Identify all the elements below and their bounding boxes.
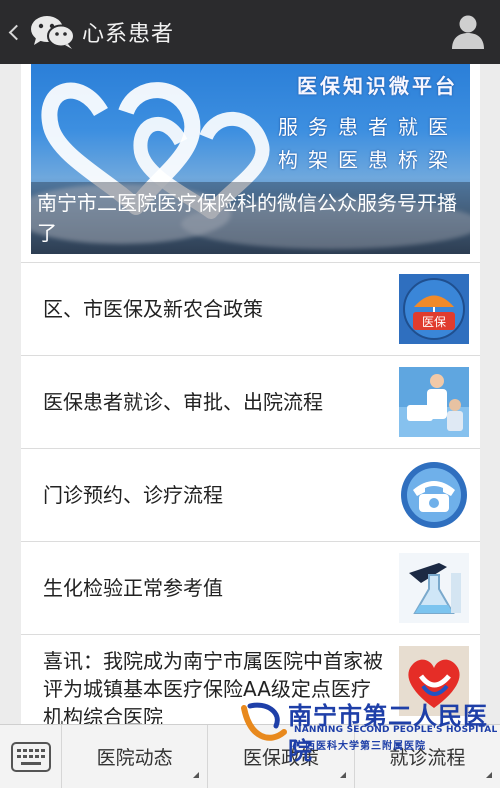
banner-caption: 南宁市二医院医疗保险科的微信公众服务号开播了 xyxy=(31,182,470,254)
list-item-title: 医保患者就诊、审批、出院流程 xyxy=(43,390,323,414)
page-title: 心系患者 xyxy=(82,22,175,47)
profile-button[interactable] xyxy=(450,13,486,51)
list-item[interactable]: 生化检验正常参考值 xyxy=(21,541,480,634)
menu-label: 就诊流程 xyxy=(389,747,466,769)
hospital-heart-logo-thumbnail xyxy=(399,646,469,716)
featured-article-banner[interactable]: 医保知识微平台 服务患者就医 构架医患桥梁 南宁市二医院医疗保险科的微信公众服务… xyxy=(31,64,470,254)
list-item-title: 区、市医保及新农合政策 xyxy=(43,297,263,321)
banner-slogan-title: 医保知识微平台 xyxy=(297,74,458,98)
top-bar: 心系患者 xyxy=(0,0,500,64)
menu-hospital-news[interactable]: 医院动态 xyxy=(62,725,209,788)
person-icon xyxy=(452,15,484,49)
menu-insurance-policy[interactable]: 医保政策 xyxy=(208,725,355,788)
back-button[interactable] xyxy=(0,0,26,64)
list-item[interactable]: 医保患者就诊、审批、出院流程 xyxy=(21,355,480,448)
banner-slogan-line-1: 服务患者就医 xyxy=(278,115,458,139)
telephone-icon xyxy=(399,460,469,530)
list-item-title: 门诊预约、诊疗流程 xyxy=(43,483,223,507)
list-item[interactable]: 门诊预约、诊疗流程 xyxy=(21,448,480,541)
lab-flask-thumbnail xyxy=(399,553,469,623)
chevron-left-icon xyxy=(8,24,24,40)
list-item-title: 喜讯：我院成为南宁市属医院中首家被评为城镇基本医疗保险AA级定点医疗机构综合医院 xyxy=(43,649,383,724)
bottom-menu-bar: 医院动态 医保政策 就诊流程 xyxy=(0,724,500,788)
submenu-indicator-icon xyxy=(193,772,200,778)
list-item[interactable]: 喜讯：我院成为南宁市属医院中首家被评为城镇基本医疗保险AA级定点医疗机构综合医院 xyxy=(21,634,480,724)
keyboard-icon xyxy=(10,742,51,772)
article-list-card: 医保知识微平台 服务患者就医 构架医患桥梁 南宁市二医院医疗保险科的微信公众服务… xyxy=(21,64,480,724)
wechat-icon xyxy=(26,0,80,64)
submenu-indicator-icon xyxy=(339,772,346,778)
menu-label: 医院动态 xyxy=(96,747,173,769)
svg-text:医保: 医保 xyxy=(422,315,446,329)
keyboard-toggle-button[interactable] xyxy=(0,725,62,788)
article-list: 区、市医保及新农合政策 医保 医保患者就诊、审批、出院流程 门诊预约、诊疗流程 … xyxy=(21,262,480,724)
doctor-photo-thumbnail xyxy=(399,367,469,437)
list-item-title: 生化检验正常参考值 xyxy=(43,576,223,600)
medical-insurance-logo-thumbnail: 医保 xyxy=(399,274,469,344)
banner-slogan: 医保知识微平台 服务患者就医 构架医患桥梁 xyxy=(248,70,458,173)
submenu-indicator-icon xyxy=(485,772,492,778)
banner-slogan-line-2: 构架医患桥梁 xyxy=(278,148,458,172)
list-item[interactable]: 区、市医保及新农合政策 医保 xyxy=(21,262,480,355)
menu-visit-process[interactable]: 就诊流程 xyxy=(355,725,500,788)
menu-label: 医保政策 xyxy=(242,747,319,769)
